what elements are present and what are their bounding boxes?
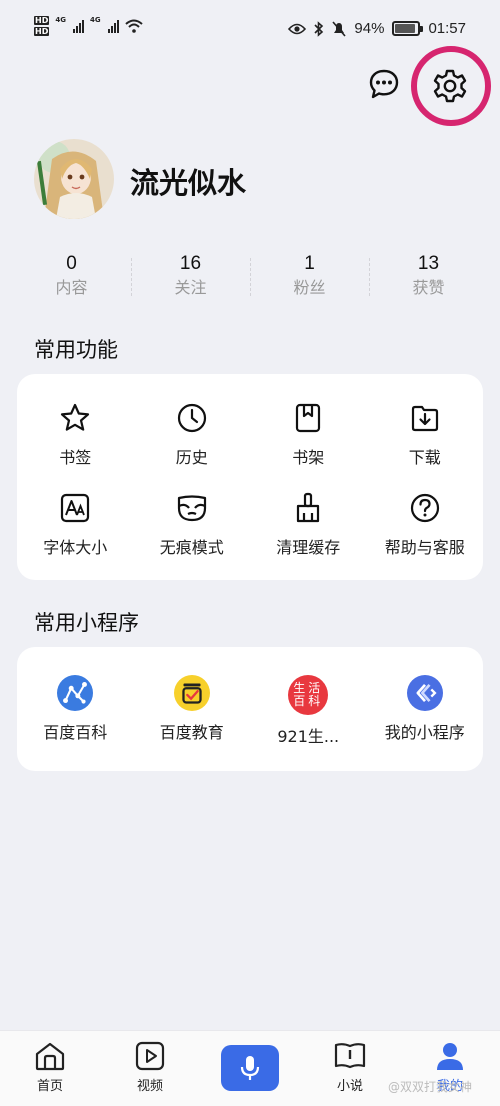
microphone-icon xyxy=(240,1056,260,1080)
signal-icon-2 xyxy=(107,19,119,33)
network-label-2: 4G xyxy=(89,16,101,24)
mini-program-label: 921生... xyxy=(277,727,340,746)
nav-label: 首页 xyxy=(36,1079,63,1094)
nav-home[interactable]: 首页 xyxy=(0,1031,100,1106)
mini-programs-grid: 百度百科 百度教育 生活 百科 921生... 我的小程序 xyxy=(17,675,483,747)
stat-likes[interactable]: 13 获赞 xyxy=(369,252,488,302)
signal-icon xyxy=(72,19,84,33)
avatar[interactable] xyxy=(34,139,114,219)
function-label: 无痕模式 xyxy=(159,538,224,557)
status-bar: HD HD 4G 4G 94% 01:57 xyxy=(0,0,500,58)
function-label: 帮助与客服 xyxy=(384,538,465,557)
mask-icon xyxy=(174,490,210,526)
profile-stats: 0 内容 16 关注 1 粉丝 13 获赞 xyxy=(12,252,488,302)
stat-label: 获赞 xyxy=(412,278,445,297)
stat-label: 内容 xyxy=(55,278,88,297)
function-label: 下载 xyxy=(408,448,441,467)
life-encyclopedia-icon: 生活 百科 xyxy=(288,675,329,715)
mini-program-label: 百度教育 xyxy=(159,723,224,742)
mini-program-education[interactable]: 百度教育 xyxy=(134,675,251,747)
stat-content[interactable]: 0 内容 xyxy=(12,252,131,302)
download-icon xyxy=(407,400,443,436)
status-left: HD HD 4G 4G xyxy=(34,16,143,36)
network-label-1: 4G xyxy=(55,16,66,24)
status-right: 94% 01:57 xyxy=(288,20,466,37)
mini-program-label: 我的小程序 xyxy=(384,723,465,742)
bookshelf-icon xyxy=(290,400,326,436)
function-label: 历史 xyxy=(175,448,208,467)
help-icon xyxy=(407,490,443,526)
stat-label: 关注 xyxy=(174,278,207,297)
nav-voice[interactable] xyxy=(200,1031,300,1106)
stat-label: 粉丝 xyxy=(293,278,326,297)
common-functions-card: 书签 历史 书架 下载 字体大小 无痕模式 清理缓存 帮助与客服 xyxy=(17,374,483,580)
function-label: 书签 xyxy=(59,448,92,467)
star-icon xyxy=(57,400,93,436)
font-size-icon xyxy=(57,490,93,526)
clock-icon xyxy=(174,400,210,436)
stat-value: 1 xyxy=(304,253,315,274)
hd-indicators: HD HD xyxy=(34,16,50,36)
function-download[interactable]: 下载 xyxy=(367,400,484,468)
function-incognito[interactable]: 无痕模式 xyxy=(134,490,251,558)
eye-icon xyxy=(288,23,307,34)
book-icon xyxy=(334,1043,366,1069)
hd-label-1: HD xyxy=(34,16,50,25)
nav-label: 视频 xyxy=(136,1079,163,1094)
broom-icon xyxy=(290,490,326,526)
mini-program-label: 百度百科 xyxy=(43,723,108,742)
stat-value: 13 xyxy=(417,253,440,274)
stat-value: 16 xyxy=(179,253,202,274)
message-button[interactable] xyxy=(368,68,400,100)
mute-bell-icon xyxy=(332,20,347,37)
nav-label: 小说 xyxy=(336,1079,363,1094)
profile-icon xyxy=(437,1043,463,1070)
function-history[interactable]: 历史 xyxy=(134,400,251,468)
function-bookshelf[interactable]: 书架 xyxy=(250,400,367,468)
mini-programs-card: 百度百科 百度教育 生活 百科 921生... 我的小程序 xyxy=(17,647,483,771)
username[interactable]: 流光似水 xyxy=(130,160,246,202)
function-label: 字体大小 xyxy=(43,538,108,557)
icon-text-2: 百科 xyxy=(293,694,324,708)
settings-highlight-ring xyxy=(411,46,491,126)
mini-program-921[interactable]: 生活 百科 921生... xyxy=(250,675,367,747)
mini-program-mine[interactable]: 我的小程序 xyxy=(367,675,484,747)
stat-following[interactable]: 16 关注 xyxy=(131,252,250,302)
function-font-size[interactable]: 字体大小 xyxy=(17,490,134,558)
stat-followers[interactable]: 1 粉丝 xyxy=(250,252,369,302)
mini-program-icon xyxy=(406,675,443,711)
clock-time: 01:57 xyxy=(428,20,466,37)
nav-novel[interactable]: 小说 xyxy=(300,1031,400,1106)
avatar-image xyxy=(34,139,114,219)
battery-icon xyxy=(392,21,424,36)
hd-label-2: HD xyxy=(34,27,50,36)
chat-bubble-icon xyxy=(369,69,399,99)
function-help[interactable]: 帮助与客服 xyxy=(367,490,484,558)
mini-programs-title: 常用小程序 xyxy=(34,611,139,635)
common-functions-grid: 书签 历史 书架 下载 字体大小 无痕模式 清理缓存 帮助与客服 xyxy=(17,400,483,558)
wifi-icon xyxy=(124,19,143,33)
battery-percent: 94% xyxy=(354,20,385,37)
function-bookmark[interactable]: 书签 xyxy=(17,400,134,468)
common-functions-title: 常用功能 xyxy=(34,338,118,362)
function-label: 清理缓存 xyxy=(276,538,341,557)
mini-program-baike[interactable]: 百度百科 xyxy=(17,675,134,747)
function-clear-cache[interactable]: 清理缓存 xyxy=(250,490,367,558)
stat-value: 0 xyxy=(66,253,77,274)
education-icon xyxy=(173,675,210,711)
watermark: @双双打我女神 xyxy=(387,1080,472,1094)
voice-search-button[interactable] xyxy=(221,1045,279,1091)
bluetooth-icon xyxy=(314,20,324,37)
video-icon xyxy=(135,1041,165,1071)
baike-icon xyxy=(57,675,94,711)
home-icon xyxy=(35,1042,65,1071)
nav-video[interactable]: 视频 xyxy=(100,1031,200,1106)
function-label: 书架 xyxy=(292,448,325,467)
